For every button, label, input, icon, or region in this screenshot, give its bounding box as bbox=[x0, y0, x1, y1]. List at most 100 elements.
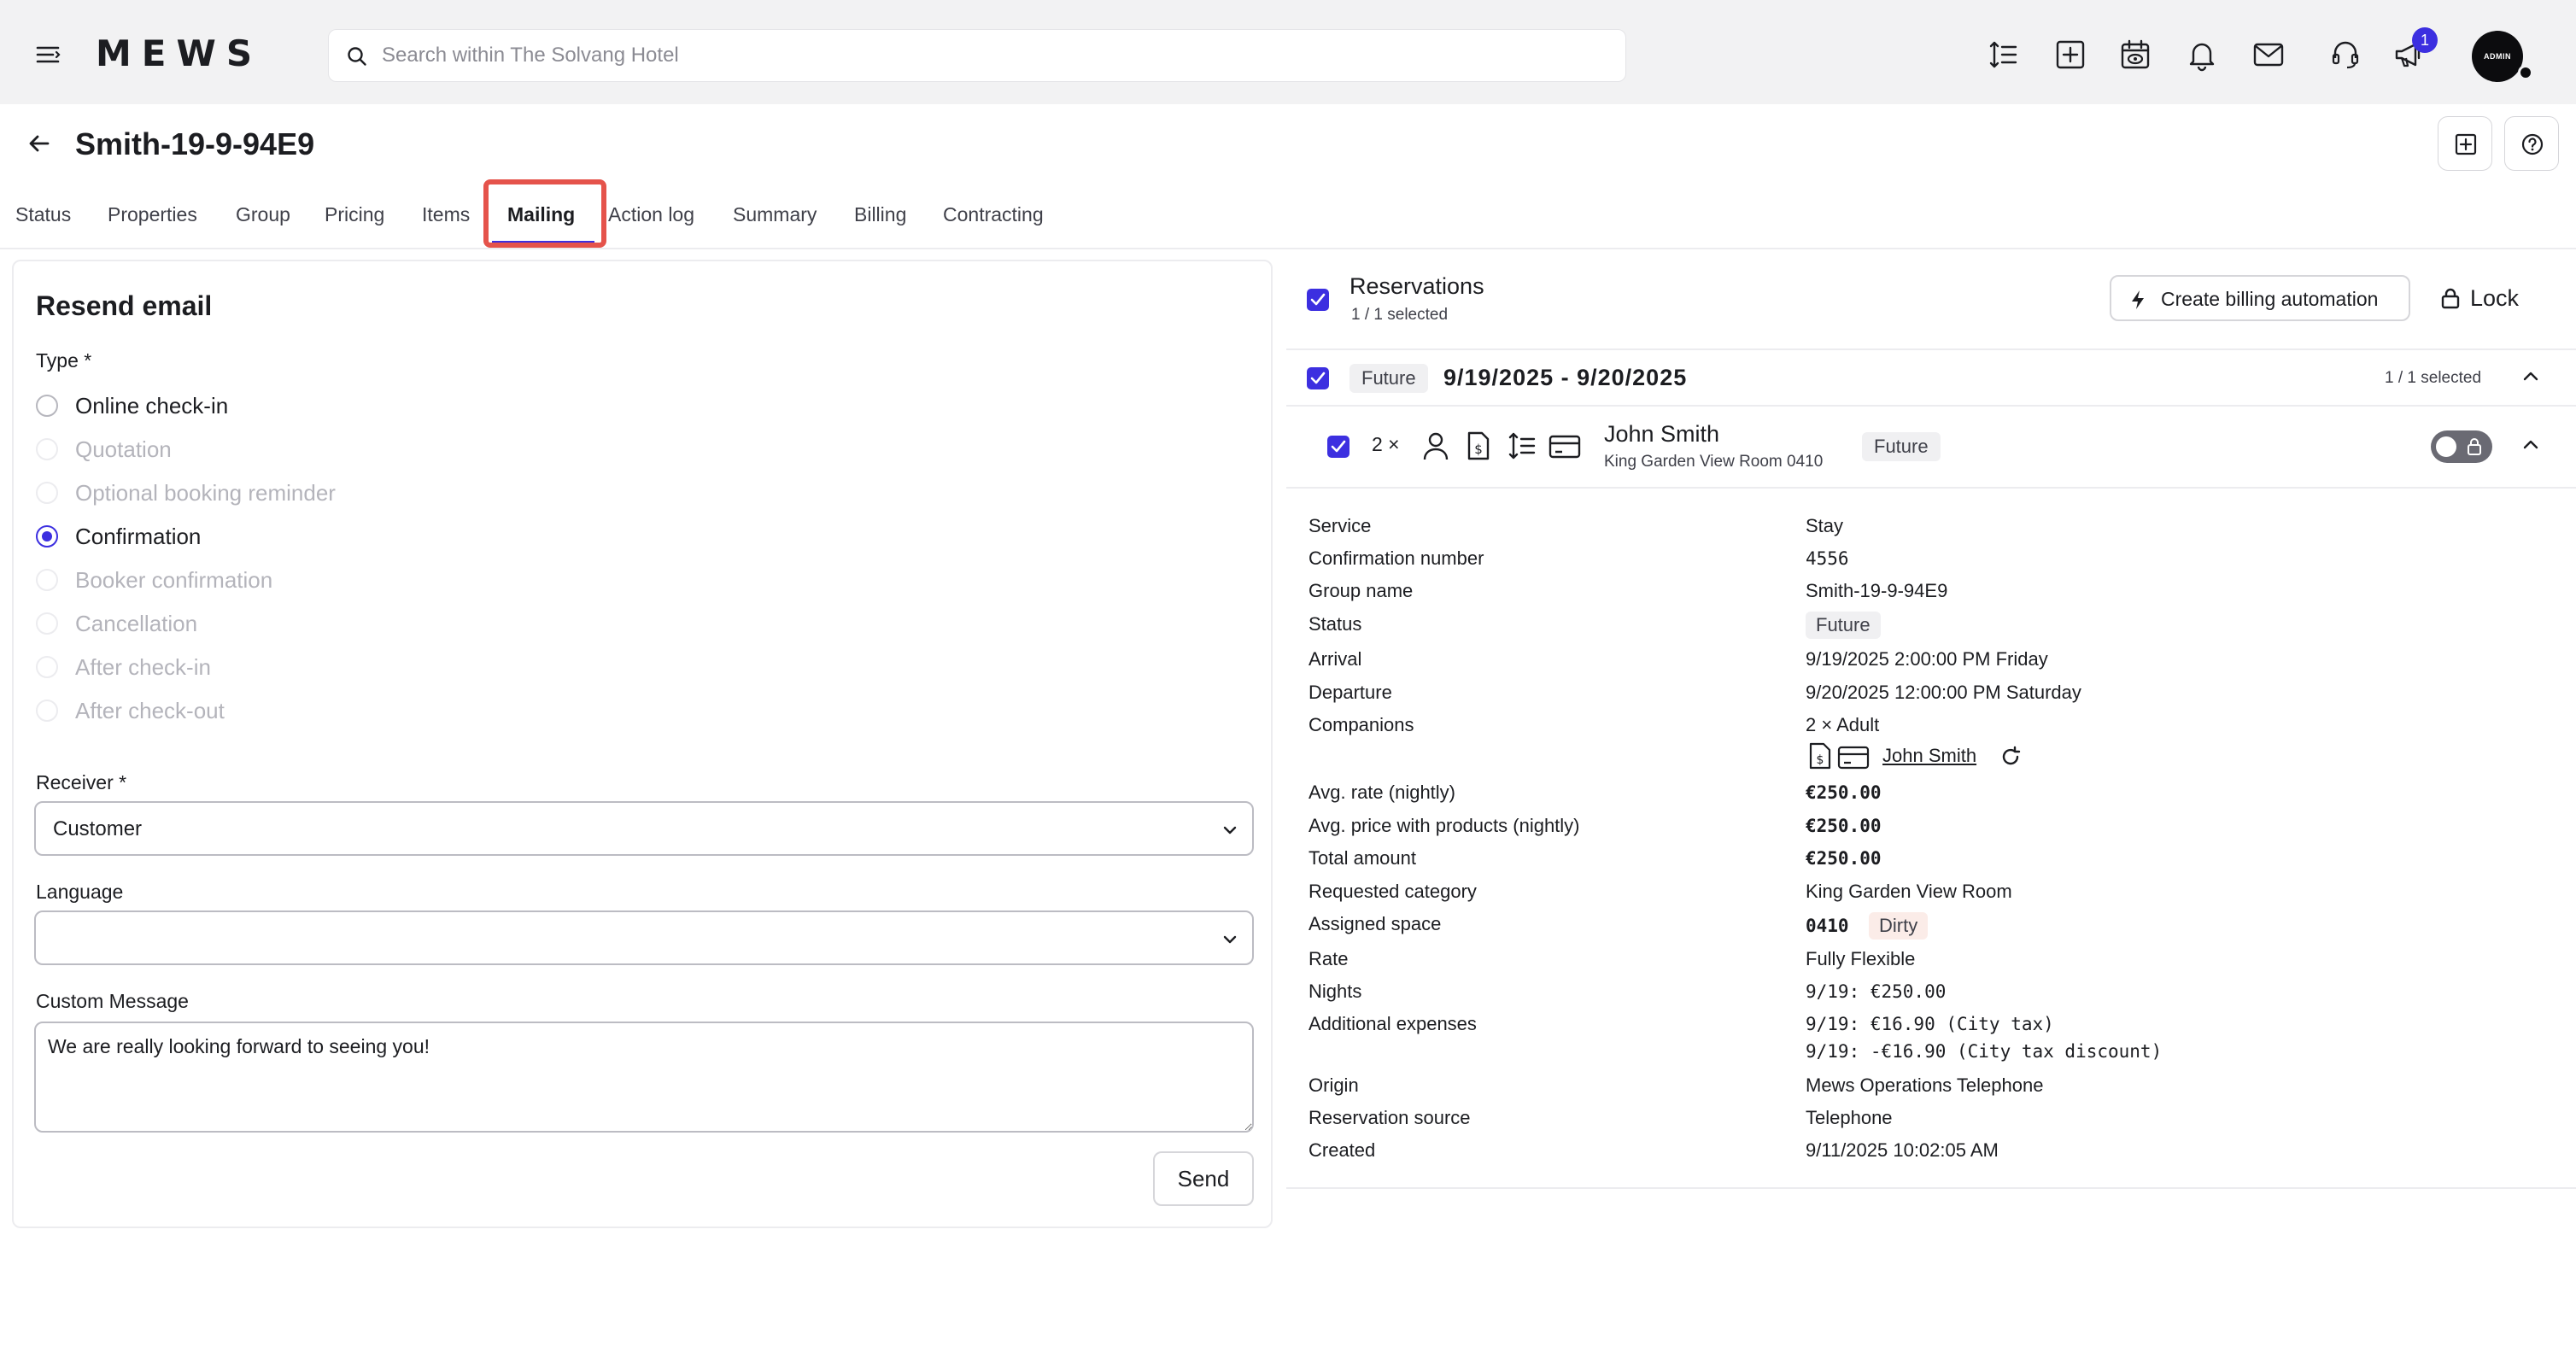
create-billing-automation-button[interactable]: Create billing automation bbox=[2110, 275, 2410, 321]
detail-label-avg-rate: Avg. rate (nightly) bbox=[1308, 782, 1456, 803]
radio-online-check-in[interactable]: Online check-in bbox=[36, 388, 548, 422]
resend-email-card: Resend email Type * Online check-in Quot… bbox=[12, 260, 1273, 1228]
top-bar: MEWS 1 ADMIN bbox=[0, 0, 2576, 104]
toggle-knob bbox=[2436, 436, 2456, 457]
tab-contracting[interactable]: Contracting bbox=[943, 198, 1044, 246]
menu-icon[interactable] bbox=[34, 41, 61, 68]
receiver-select[interactable]: Customer bbox=[34, 801, 1254, 856]
check-icon bbox=[1310, 372, 1326, 384]
detail-value-avg-rate: €250.00 bbox=[1806, 782, 1882, 803]
refresh-icon[interactable] bbox=[1999, 745, 2023, 769]
reservations-selected-count: 1 / 1 selected bbox=[1351, 306, 1449, 324]
invoice-dollar-icon: $ bbox=[1467, 431, 1490, 460]
add-box-button[interactable] bbox=[2438, 116, 2492, 171]
help-button[interactable] bbox=[2504, 116, 2559, 171]
search-bar[interactable] bbox=[328, 29, 1626, 82]
reservations-select-all-checkbox[interactable] bbox=[1307, 289, 1329, 311]
radio-quotation: Quotation bbox=[36, 431, 548, 465]
detail-value-arrival: 9/19/2025 2:00:00 PM Friday bbox=[1806, 648, 2048, 670]
radio-circle[interactable] bbox=[36, 525, 58, 547]
radio-circle bbox=[36, 482, 58, 504]
avatar-status-dot bbox=[2518, 65, 2533, 80]
detail-value-confirmation: 4556 bbox=[1806, 548, 1849, 569]
radio-cancellation: Cancellation bbox=[36, 606, 548, 640]
group-selected-count: 1 / 1 selected bbox=[2385, 369, 2482, 387]
detail-value-companions: 2 × Adult bbox=[1806, 714, 1880, 735]
detail-label-confirmation: Confirmation number bbox=[1308, 547, 1484, 569]
mail-icon[interactable] bbox=[2251, 38, 2286, 72]
detail-label-avg-price: Avg. price with products (nightly) bbox=[1308, 815, 1580, 836]
tab-pricing[interactable]: Pricing bbox=[325, 198, 384, 246]
tab-summary[interactable]: Summary bbox=[733, 198, 817, 246]
group-select-checkbox[interactable] bbox=[1307, 367, 1329, 389]
person-icon bbox=[1423, 432, 1449, 460]
create-billing-automation-label: Create billing automation bbox=[2161, 288, 2379, 310]
detail-label-group: Group name bbox=[1308, 580, 1414, 601]
chevron-up-icon[interactable] bbox=[2520, 366, 2542, 388]
chevron-down-icon bbox=[1223, 826, 1237, 834]
invoice-dollar-icon: $ bbox=[1809, 742, 1831, 770]
send-button[interactable]: Send bbox=[1153, 1151, 1254, 1206]
tab-action-log[interactable]: Action log bbox=[608, 198, 694, 246]
lock-button[interactable]: Lock bbox=[2439, 275, 2542, 321]
detail-value-departure: 9/20/2025 12:00:00 PM Saturday bbox=[1806, 682, 2081, 703]
credit-card-icon bbox=[1549, 435, 1581, 459]
radio-circle bbox=[36, 612, 58, 635]
radio-optional-booking-reminder: Optional booking reminder bbox=[36, 475, 548, 509]
radio-booker-confirmation: Booker confirmation bbox=[36, 562, 548, 596]
receiver-label: Receiver * bbox=[36, 771, 127, 793]
custom-message-textarea[interactable]: We are really looking forward to seeing … bbox=[34, 1022, 1254, 1133]
svg-text:$: $ bbox=[1817, 753, 1824, 767]
detail-label-space: Assigned space bbox=[1308, 913, 1442, 934]
detail-label-created: Created bbox=[1308, 1139, 1376, 1161]
add-box-icon bbox=[2455, 133, 2477, 155]
support-headset-icon[interactable] bbox=[2328, 38, 2362, 72]
language-select[interactable] bbox=[34, 910, 1254, 965]
tab-status[interactable]: Status bbox=[15, 198, 71, 246]
chevron-up-icon[interactable] bbox=[2520, 434, 2542, 456]
detail-value-category: King Garden View Room bbox=[1806, 881, 2012, 902]
reservation-status-badge: Future bbox=[1862, 432, 1941, 461]
bell-icon[interactable] bbox=[2185, 38, 2219, 72]
check-icon bbox=[1310, 293, 1326, 306]
lock-icon bbox=[2468, 438, 2481, 455]
detail-label-departure: Departure bbox=[1308, 682, 1392, 703]
calendar-eye-icon[interactable] bbox=[2118, 38, 2152, 72]
add-box-icon[interactable] bbox=[2053, 38, 2087, 72]
tab-properties[interactable]: Properties bbox=[108, 198, 197, 246]
detail-label-category: Requested category bbox=[1308, 881, 1477, 902]
radio-label: After check-in bbox=[75, 654, 211, 680]
page-title: Smith-19-9-94E9 bbox=[75, 126, 315, 161]
tab-group[interactable]: Group bbox=[236, 198, 290, 246]
divider bbox=[1286, 487, 2576, 489]
detail-label-service: Service bbox=[1308, 515, 1372, 536]
tab-items[interactable]: Items bbox=[422, 198, 470, 246]
mews-logo[interactable]: MEWS bbox=[96, 32, 262, 75]
guest-name[interactable]: John Smith bbox=[1604, 419, 1719, 449]
lock-toggle[interactable] bbox=[2431, 430, 2492, 463]
detail-value-rate: Fully Flexible bbox=[1806, 948, 1916, 969]
avatar[interactable]: ADMIN bbox=[2472, 31, 2523, 82]
companion-name-link[interactable]: John Smith bbox=[1882, 743, 1976, 769]
tab-billing[interactable]: Billing bbox=[854, 198, 906, 246]
radio-circle[interactable] bbox=[36, 395, 58, 417]
lock-icon bbox=[2441, 288, 2460, 309]
radio-confirmation[interactable]: Confirmation bbox=[36, 518, 548, 553]
search-input[interactable] bbox=[382, 35, 1595, 76]
receiver-select-value: Customer bbox=[53, 817, 143, 840]
resend-email-title: Resend email bbox=[36, 290, 213, 321]
space-status-badge: Dirty bbox=[1869, 912, 1929, 940]
radio-after-check-out: After check-out bbox=[36, 693, 548, 727]
detail-label-companions: Companions bbox=[1308, 714, 1414, 735]
group-dates: 9/19/2025 - 9/20/2025 bbox=[1443, 365, 1688, 390]
back-arrow-icon[interactable] bbox=[24, 128, 55, 159]
detail-label-nights: Nights bbox=[1308, 981, 1362, 1002]
detail-value-space: 0410 bbox=[1806, 916, 1849, 936]
search-icon bbox=[346, 45, 368, 67]
detail-label-arrival: Arrival bbox=[1308, 648, 1362, 670]
sort-height-icon[interactable] bbox=[1987, 38, 2021, 72]
reservation-select-checkbox[interactable] bbox=[1327, 436, 1349, 458]
detail-value-group: Smith-19-9-94E9 bbox=[1806, 580, 1948, 601]
language-label: Language bbox=[36, 881, 124, 903]
sort-height-icon bbox=[1508, 432, 1536, 460]
